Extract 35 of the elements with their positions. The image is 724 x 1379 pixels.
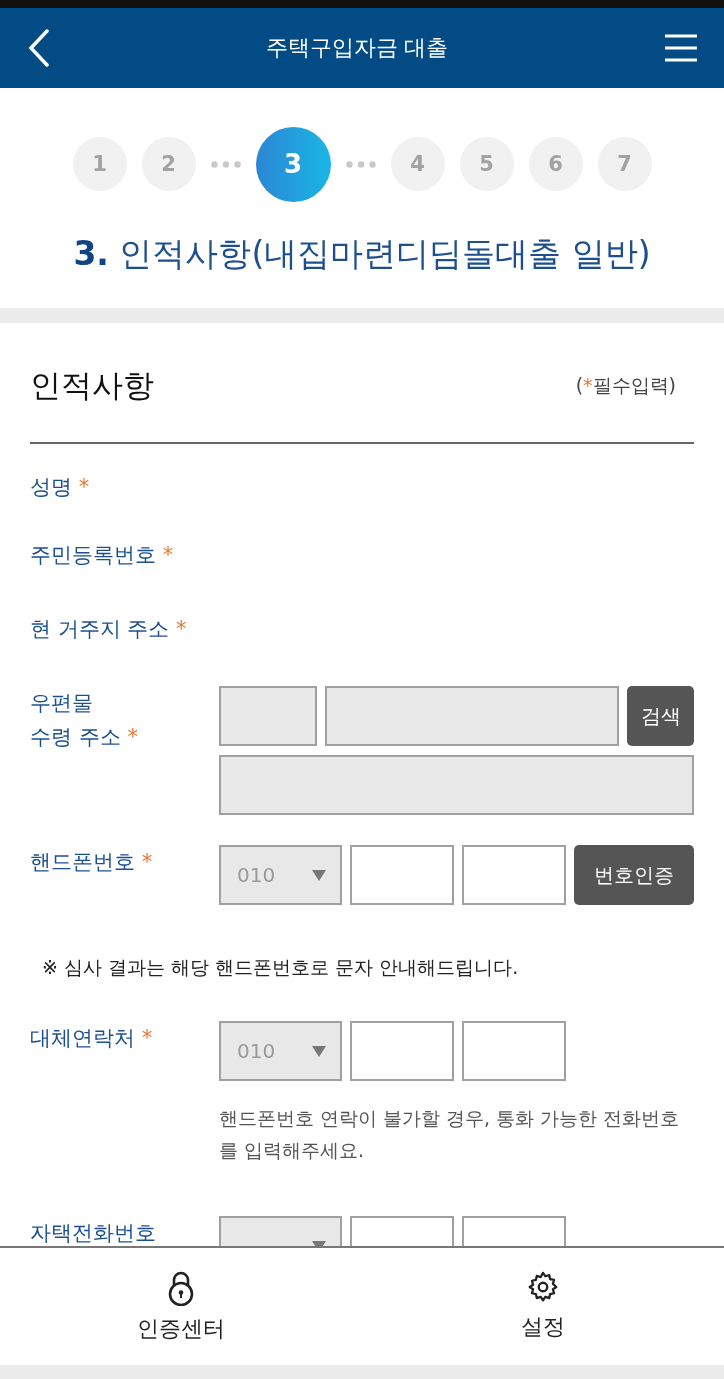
notice-text: ※ 심사 결과는 해당 핸드폰번호로 문자 안내해드립니다. [42, 955, 520, 980]
input-field[interactable] [462, 845, 566, 905]
section-title: 인적사항 [30, 365, 154, 405]
verify-button[interactable]: 번호인증 [574, 845, 694, 905]
step-indicator: 3 [255, 126, 331, 202]
dropdown-caret-icon [312, 1045, 326, 1057]
input-field[interactable] [350, 1021, 454, 1081]
address-field[interactable] [325, 686, 619, 746]
field-label: 대체연락처 * [30, 1025, 154, 1052]
input-field[interactable] [462, 1021, 566, 1081]
menu-icon[interactable] [664, 33, 698, 63]
step-indicator: 1 [72, 137, 127, 191]
field-label: 성명 * [30, 474, 91, 501]
help-text: 핸드폰번호 연락이 불가할 경우, 통화 가능한 전화번호를 입력해주세요. [219, 1106, 681, 1163]
settings-icon [526, 1270, 560, 1304]
postcode-field[interactable] [219, 686, 317, 746]
dropdown-caret-icon [312, 869, 326, 881]
step-indicator: 4 [390, 137, 445, 191]
step-indicator: 6 [528, 137, 583, 191]
input-field[interactable] [350, 845, 454, 905]
field-label: 핸드폰번호 * [30, 849, 154, 876]
address-detail-field[interactable] [219, 755, 694, 815]
field-label: 우편물 수령 주소 * [30, 690, 139, 751]
field-label: 현 거주지 주소 * [30, 616, 188, 643]
field-label: 자택전화번호 [30, 1220, 157, 1246]
lock-icon [166, 1270, 196, 1306]
step-indicator: 7 [597, 137, 652, 191]
step-heading: 3. 인적사항(내집마련디딤돌대출 일반) [73, 233, 651, 275]
step-indicator: 2 [141, 137, 196, 191]
header-title: 주택구입자금 대출 [265, 34, 449, 62]
field-label: 주민등록번호 * [30, 542, 175, 569]
back-icon[interactable] [28, 29, 50, 67]
search-button[interactable]: 검색 [627, 686, 694, 746]
required-note: (*필수입력) [575, 372, 676, 398]
step-indicator: 5 [459, 137, 514, 191]
